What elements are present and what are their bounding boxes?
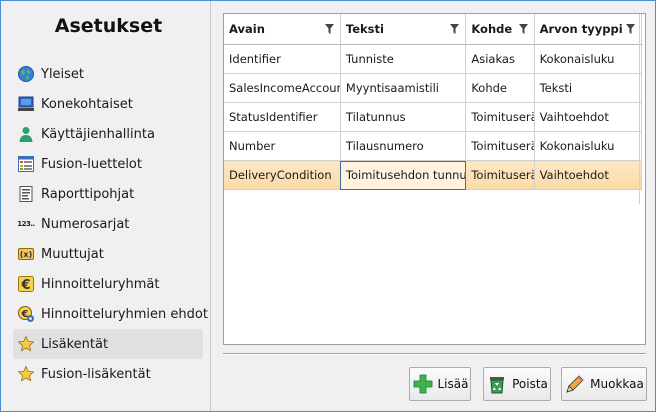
sidebar-item-kayttajienhallinta[interactable]: Käyttäjienhallinta — [13, 119, 203, 149]
table-cell[interactable]: Asiakas — [465, 44, 535, 74]
filter-icon[interactable] — [324, 24, 334, 34]
column-header-kohde[interactable]: Kohde — [465, 14, 535, 45]
table-cell[interactable]: Tilatunnus — [340, 102, 467, 133]
sidebar-item-label: Fusion-luettelot — [41, 156, 142, 172]
table-row[interactable]: Number Tilausnumero Toimituserä Kokonais… — [224, 131, 643, 162]
table-row-selected[interactable]: DeliveryCondition Toimitusehdon tunnus T… — [224, 160, 643, 191]
filter-icon[interactable] — [626, 24, 635, 34]
sidebar-item-label: Fusion-lisäkentät — [41, 366, 151, 382]
sidebar-item-label: Hinnoitteluryhmät — [41, 276, 160, 292]
fields-table: Avain Teksti Kohde Arvon tyyppi Identifi… — [224, 14, 643, 191]
edit-button-label: Muokkaa — [590, 377, 644, 391]
report-icon — [17, 185, 35, 203]
variable-icon: (x) — [17, 245, 35, 263]
table-cell[interactable]: Kokonaisluku — [534, 44, 643, 74]
table-cell[interactable]: Vaihtoehdot — [534, 102, 643, 133]
sidebar-item-label: Konekohtaiset — [41, 96, 133, 112]
add-button-label: Lisää — [437, 377, 469, 391]
star-icon — [17, 365, 35, 383]
table-cell[interactable]: Toimituserä — [465, 160, 535, 191]
number-series-icon: 123.. — [17, 220, 35, 228]
sidebar-item-numerosarjat[interactable]: 123.. Numerosarjat — [13, 209, 203, 239]
table-cell[interactable]: Identifier — [224, 44, 341, 74]
svg-text:(x): (x) — [20, 250, 32, 259]
fields-grid: Avain Teksti Kohde Arvon tyyppi Identifi… — [223, 13, 646, 345]
table-cell[interactable]: Myyntisaamistili — [340, 73, 467, 103]
pencil-icon — [566, 375, 584, 393]
settings-window: Asetukset Yleiset Konekohtaiset Käyttäji… — [0, 0, 656, 412]
sidebar-item-label: Raporttipohjat — [41, 186, 135, 202]
filter-icon[interactable] — [518, 24, 528, 34]
column-header-teksti[interactable]: Teksti — [340, 14, 467, 45]
table-cell[interactable]: Tilausnumero — [340, 131, 467, 162]
filter-icon[interactable] — [450, 24, 460, 34]
button-separator — [223, 353, 646, 355]
table-cell[interactable]: SalesIncomeAccount — [224, 73, 341, 103]
table-row[interactable]: Identifier Tunniste Asiakas Kokonaisluku — [224, 44, 643, 74]
edit-button[interactable]: Muokkaa — [561, 367, 647, 401]
table-cell-focused[interactable]: Toimitusehdon tunnus — [340, 160, 467, 191]
table-cell[interactable]: Number — [224, 131, 341, 162]
table-cell[interactable]: Kokonaisluku — [534, 131, 643, 162]
euro-icon: € — [17, 275, 35, 293]
table-cell[interactable]: Vaihtoehdot — [534, 160, 643, 191]
sidebar-item-muuttujat[interactable]: (x) Muuttujat — [13, 239, 203, 269]
grid-right-edge — [639, 14, 640, 204]
sidebar-item-label: Lisäkentät — [41, 336, 109, 352]
sidebar-item-label: Numerosarjat — [41, 216, 130, 232]
euro-gear-icon: € — [17, 305, 35, 323]
sidebar-title: Asetukset — [54, 15, 163, 37]
table-cell[interactable]: DeliveryCondition — [224, 160, 341, 191]
recycle-bin-icon — [490, 377, 505, 394]
table-cell[interactable]: Teksti — [534, 73, 643, 103]
add-button[interactable]: Lisää — [409, 367, 471, 401]
list-icon — [17, 155, 35, 173]
table-header-row: Avain Teksti Kohde Arvon tyyppi — [224, 14, 643, 45]
sidebar-item-label: Käyttäjienhallinta — [41, 126, 155, 142]
globe-icon — [17, 65, 35, 83]
sidebar-item-raporttipohjat[interactable]: Raporttipohjat — [13, 179, 203, 209]
plus-icon — [413, 374, 432, 394]
table-cell[interactable]: Toimituserä — [465, 131, 535, 162]
column-header-arvon-tyyppi[interactable]: Arvon tyyppi — [534, 14, 643, 45]
sidebar-item-yleiset[interactable]: Yleiset — [13, 59, 203, 89]
delete-button[interactable]: Poista — [483, 367, 551, 401]
sidebar-item-konekohtaiset[interactable]: Konekohtaiset — [13, 89, 203, 119]
user-icon — [17, 125, 35, 143]
sidebar-item-label: Hinnoitteluryhmien ehdot — [41, 306, 208, 322]
panel-splitter[interactable] — [210, 1, 211, 411]
table-cell[interactable]: StatusIdentifier — [224, 102, 341, 133]
star-icon — [17, 335, 35, 353]
table-cell[interactable]: Tunniste — [340, 44, 467, 74]
sidebar-item-hinnoitteluryhmat[interactable]: € Hinnoitteluryhmät — [13, 269, 203, 299]
table-row[interactable]: StatusIdentifier Tilatunnus Toimituserä … — [224, 102, 643, 133]
table-cell[interactable]: Kohde — [465, 73, 535, 103]
sidebar-item-fusion-luettelot[interactable]: Fusion-luettelot — [13, 149, 203, 179]
svg-text:€: € — [20, 278, 30, 293]
delete-button-label: Poista — [512, 377, 548, 391]
sidebar: Asetukset Yleiset Konekohtaiset Käyttäji… — [1, 1, 211, 411]
sidebar-item-label: Muuttujat — [41, 246, 104, 262]
sidebar-item-hinnoitteluryhmien-ehdot[interactable]: € Hinnoitteluryhmien ehdot — [13, 299, 208, 329]
sidebar-item-label: Yleiset — [41, 66, 85, 82]
column-header-avain[interactable]: Avain — [224, 14, 341, 45]
sidebar-nav: Yleiset Konekohtaiset Käyttäjienhallinta… — [13, 59, 208, 389]
computer-icon — [17, 95, 35, 113]
table-row[interactable]: SalesIncomeAccount Myyntisaamistili Kohd… — [224, 73, 643, 103]
sidebar-item-fusion-lisakentat[interactable]: Fusion-lisäkentät — [13, 359, 203, 389]
table-cell[interactable]: Toimituserä — [465, 102, 535, 133]
sidebar-item-lisakentat[interactable]: Lisäkentät — [13, 329, 203, 359]
